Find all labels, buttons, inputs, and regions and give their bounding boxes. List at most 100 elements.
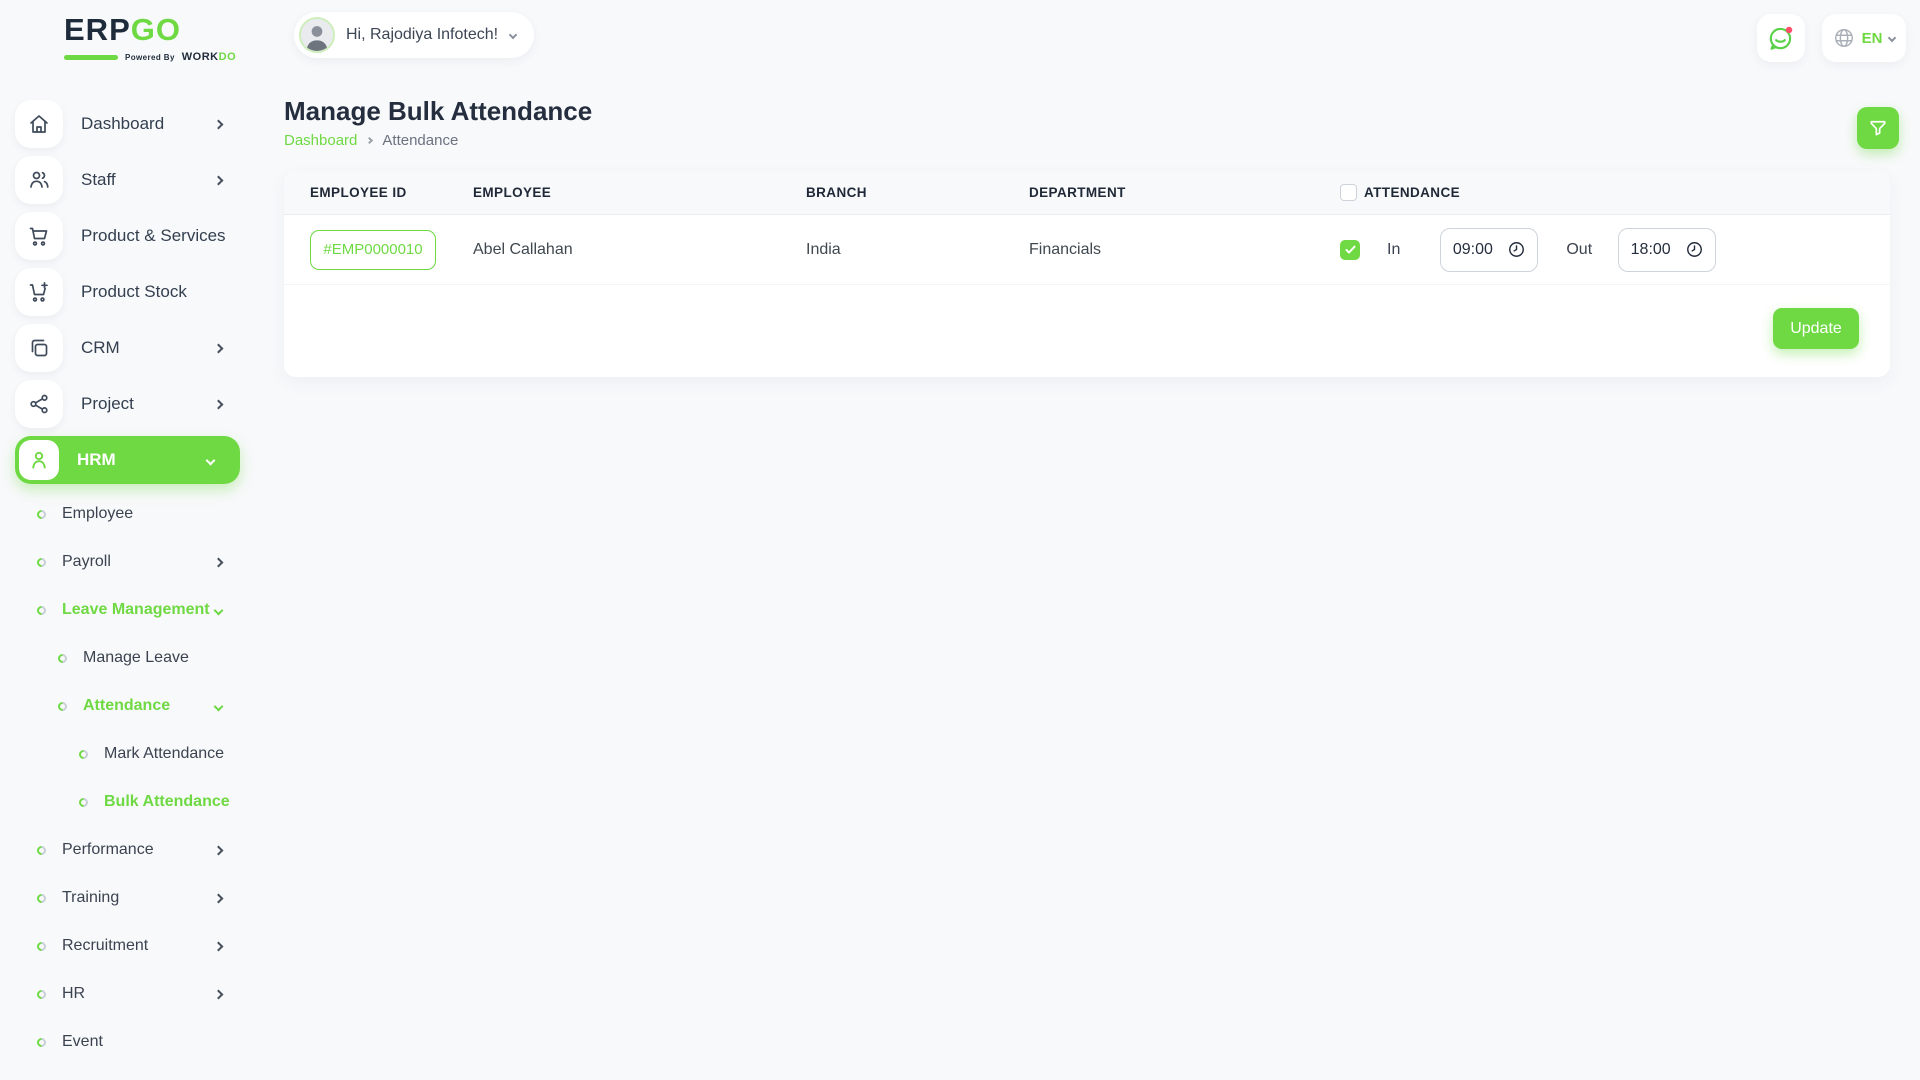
col-header-branch: BRANCH xyxy=(806,185,1029,200)
sidebar-item-label: CRM xyxy=(81,338,120,358)
sidebar-item-label: Product Stock xyxy=(81,282,187,302)
page-title: Manage Bulk Attendance xyxy=(284,96,592,127)
sidebar-item-attendance[interactable]: Attendance xyxy=(0,682,248,730)
sidebar-item-dashboard[interactable]: Dashboard xyxy=(0,96,248,152)
bullet-icon xyxy=(35,988,48,1001)
sidebar-item-employee[interactable]: Employee xyxy=(0,490,248,538)
user-greeting: Hi, Rajodiya Infotech! xyxy=(346,26,498,44)
chevron-down-icon xyxy=(214,605,224,615)
bullet-icon xyxy=(35,604,48,617)
in-time-field xyxy=(1440,228,1538,272)
share-icon xyxy=(15,380,63,428)
update-button[interactable]: Update xyxy=(1773,308,1859,349)
bullet-icon xyxy=(56,652,69,665)
bullet-icon xyxy=(35,508,48,521)
check-icon xyxy=(1344,243,1357,256)
attendance-checkbox[interactable] xyxy=(1340,240,1360,260)
attendance-cell: In Out xyxy=(1340,228,1890,272)
sidebar-item-label: Recruitment xyxy=(62,937,148,955)
col-header-attendance-group: ATTENDANCE xyxy=(1340,184,1890,201)
bullet-icon xyxy=(77,796,90,809)
breadcrumb-current: Attendance xyxy=(382,132,458,149)
language-selector[interactable]: EN xyxy=(1822,14,1906,62)
clock-icon[interactable] xyxy=(1685,240,1704,259)
chat-smiley-icon xyxy=(1766,23,1796,53)
sidebar-item-bulk-attendance[interactable]: Bulk Attendance xyxy=(0,778,248,826)
chevron-right-icon xyxy=(214,989,224,999)
funnel-icon xyxy=(1868,118,1888,138)
sidebar-item-label: Attendance xyxy=(83,697,170,715)
chevron-down-icon xyxy=(1888,34,1896,42)
sidebar-menu: Dashboard Staff Product & Services Produ… xyxy=(0,96,248,1066)
cart-icon xyxy=(15,212,63,260)
chevron-right-icon xyxy=(214,399,224,409)
logo-erp-text: ERP xyxy=(64,12,131,47)
bullet-icon xyxy=(35,940,48,953)
sidebar-item-manage-leave[interactable]: Manage Leave xyxy=(0,634,248,682)
logo-subline: Powered By WORKDO xyxy=(64,51,236,63)
sidebar-item-project[interactable]: Project xyxy=(0,376,248,432)
out-time-field xyxy=(1618,228,1716,272)
col-header-employee-id: EMPLOYEE ID xyxy=(310,185,473,200)
chevron-down-icon xyxy=(509,31,517,39)
sidebar-item-hr[interactable]: HR xyxy=(0,970,248,1018)
sidebar-item-crm[interactable]: CRM xyxy=(0,320,248,376)
avatar xyxy=(299,17,335,53)
sidebar-item-event[interactable]: Event xyxy=(0,1018,248,1066)
sidebar-item-product-stock[interactable]: Product Stock xyxy=(0,264,248,320)
sidebar-item-staff[interactable]: Staff xyxy=(0,152,248,208)
chevron-right-icon xyxy=(214,175,224,185)
clock-icon[interactable] xyxy=(1507,240,1526,259)
sidebar-item-recruitment[interactable]: Recruitment xyxy=(0,922,248,970)
erpgo-logo[interactable]: ERPGO Powered By WORKDO xyxy=(64,14,236,63)
chevron-right-icon xyxy=(214,893,224,903)
chevron-right-icon xyxy=(214,343,224,353)
logo-go-text: GO xyxy=(131,12,181,47)
cart-plus-icon xyxy=(15,268,63,316)
sidebar-item-label: Payroll xyxy=(62,553,111,571)
bullet-icon xyxy=(77,748,90,761)
globe-icon xyxy=(1833,27,1855,49)
person-icon xyxy=(19,440,59,480)
employee-name-cell: Abel Callahan xyxy=(473,241,806,259)
sidebar-item-label: Mark Attendance xyxy=(104,745,224,763)
sidebar-item-label: Bulk Attendance xyxy=(104,793,230,811)
breadcrumb: Dashboard Attendance xyxy=(284,132,458,149)
sidebar-item-performance[interactable]: Performance xyxy=(0,826,248,874)
logo-underline-bar xyxy=(64,55,118,60)
in-time-input[interactable] xyxy=(1453,241,1499,259)
out-label: Out xyxy=(1566,241,1592,259)
breadcrumb-dashboard-link[interactable]: Dashboard xyxy=(284,132,357,149)
sidebar-item-label: Dashboard xyxy=(81,114,164,134)
sidebar-item-payroll[interactable]: Payroll xyxy=(0,538,248,586)
messenger-button[interactable] xyxy=(1757,14,1805,62)
language-code: EN xyxy=(1862,30,1883,47)
col-header-employee: EMPLOYEE xyxy=(473,185,806,200)
chevron-right-icon xyxy=(214,557,224,567)
out-time-input[interactable] xyxy=(1631,241,1677,259)
sidebar-item-label: HR xyxy=(62,985,85,1003)
sidebar-item-label: Manage Leave xyxy=(83,649,189,667)
bullet-icon xyxy=(35,556,48,569)
sidebar-item-training[interactable]: Training xyxy=(0,874,248,922)
sidebar-item-product-services[interactable]: Product & Services xyxy=(0,208,248,264)
sidebar-item-mark-attendance[interactable]: Mark Attendance xyxy=(0,730,248,778)
in-label: In xyxy=(1387,241,1400,259)
chevron-right-icon xyxy=(214,845,224,855)
select-all-checkbox[interactable] xyxy=(1340,184,1357,201)
bullet-icon xyxy=(35,1036,48,1049)
filter-button[interactable] xyxy=(1857,107,1899,149)
sidebar-item-label: Event xyxy=(62,1033,103,1051)
bullet-icon xyxy=(35,892,48,905)
bullet-icon xyxy=(35,844,48,857)
sidebar-item-hrm[interactable]: HRM xyxy=(15,436,240,484)
user-menu[interactable]: Hi, Rajodiya Infotech! xyxy=(294,12,534,58)
department-cell: Financials xyxy=(1029,241,1340,259)
users-icon xyxy=(15,156,63,204)
sidebar-item-leave-management[interactable]: Leave Management xyxy=(0,586,248,634)
breadcrumb-separator-icon xyxy=(366,137,373,144)
sidebar-item-label: Leave Management xyxy=(62,601,210,619)
employee-id-button[interactable]: #EMP0000010 xyxy=(310,230,436,270)
col-header-department: DEPARTMENT xyxy=(1029,185,1340,200)
sidebar: ERPGO Powered By WORKDO Dashboard Staff xyxy=(0,0,248,1080)
